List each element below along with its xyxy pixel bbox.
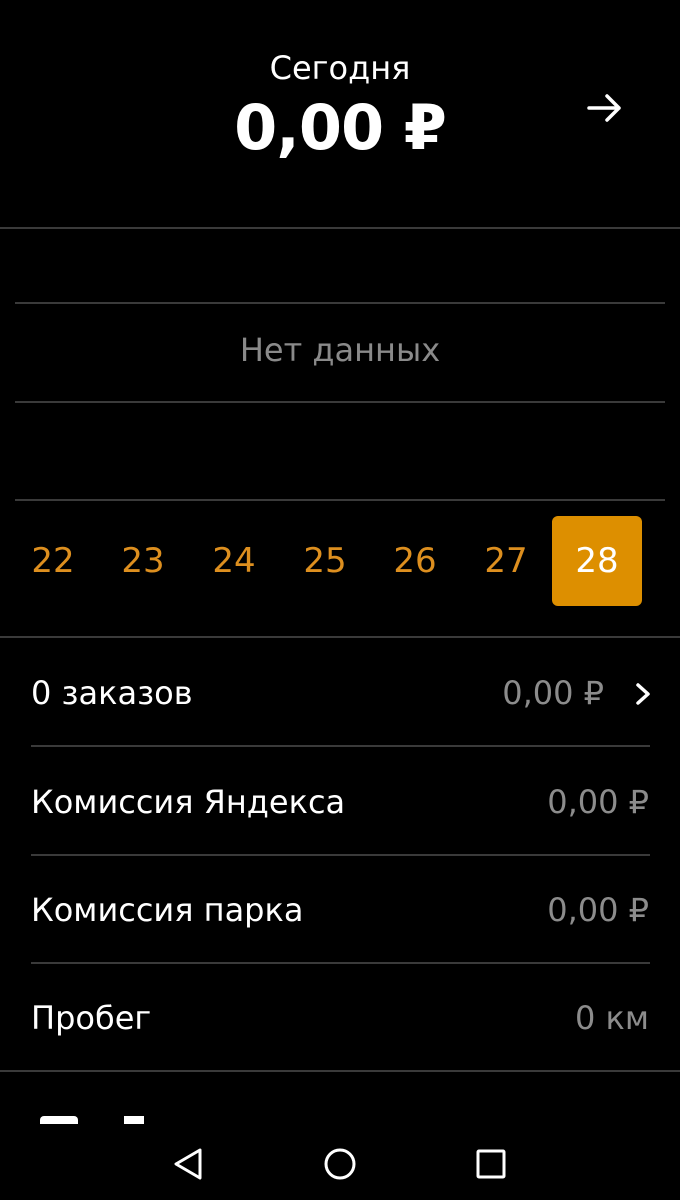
day-25[interactable]: 25 [280,516,370,606]
orders-label: 0 заказов [31,674,193,712]
day-27[interactable]: 27 [461,516,551,606]
yandex-commission-label: Комиссия Яндекса [31,783,346,821]
orders-value: 0,00 ₽ [502,674,604,712]
mileage-value: 0 км [575,999,649,1037]
recents-square-icon[interactable] [469,1142,513,1186]
park-commission-label: Комиссия парка [31,891,304,929]
yandex-commission-value: 0,00 ₽ [547,783,649,821]
arrow-right-icon[interactable] [583,86,627,130]
chart-gridline [15,499,665,501]
divider [0,227,680,229]
divider [0,1070,680,1072]
divider [31,745,650,747]
park-commission-value: 0,00 ₽ [547,891,649,929]
back-triangle-icon[interactable] [166,1142,210,1186]
divider [0,636,680,638]
divider [31,854,650,856]
home-circle-icon[interactable] [318,1142,362,1186]
chart-gridline [15,401,665,403]
day-28-selected[interactable]: 28 [552,516,642,606]
navigation-bar [0,1124,680,1200]
day-24[interactable]: 24 [189,516,279,606]
mileage-label: Пробег [31,999,152,1037]
chevron-right-icon[interactable] [631,680,655,708]
chart-gridline [15,302,665,304]
partial-row-label [124,1116,144,1124]
day-22[interactable]: 22 [8,516,98,606]
day-23[interactable]: 23 [98,516,188,606]
header-label: Сегодня [269,49,411,87]
today-amount: 0,00 ₽ [234,91,447,164]
divider [31,962,650,964]
no-data-text: Нет данных [239,331,441,369]
day-26[interactable]: 26 [370,516,460,606]
